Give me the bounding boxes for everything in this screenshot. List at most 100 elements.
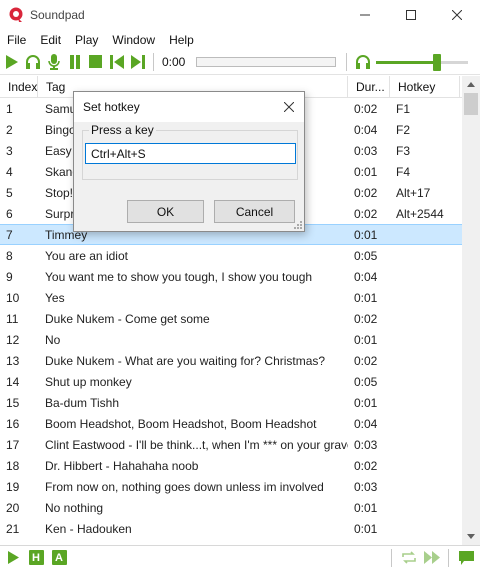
row-duration: 0:01 <box>354 332 378 347</box>
row-duration: 0:03 <box>354 479 378 494</box>
row-hotkey: F3 <box>396 143 411 158</box>
row-tag: Duke Nukem - Come get some <box>45 311 210 326</box>
table-row[interactable]: 20 No nothing 0:01 <box>0 497 480 518</box>
row-tag: Dr. Hibbert - Hahahaha noob <box>45 458 199 473</box>
table-row[interactable]: 11 Duke Nukem - Come get some 0:02 <box>0 308 480 329</box>
table-row[interactable]: 9 You want me to show you tough, I show y… <box>0 266 480 287</box>
headphones-button[interactable] <box>23 52 42 72</box>
dialog-title-bar: Set hotkey <box>74 92 304 122</box>
row-tag: Duke Nukem - What are you waiting for? C… <box>45 353 326 368</box>
row-duration: 0:01 <box>354 164 378 179</box>
pause-button[interactable] <box>65 52 84 72</box>
headphones-volume-icon-button[interactable] <box>353 52 372 72</box>
fast-forward-icon <box>424 551 440 564</box>
row-duration: 0:05 <box>354 374 378 389</box>
row-tag: Ba-dum Tishh <box>45 395 120 410</box>
dialog-title: Set hotkey <box>83 100 140 114</box>
chat-button[interactable] <box>456 548 476 568</box>
row-hotkey: F4 <box>396 164 411 179</box>
previous-button[interactable] <box>107 52 126 72</box>
menu-help[interactable]: Help <box>162 33 201 47</box>
playback-progress-bar[interactable] <box>196 56 336 67</box>
volume-slider[interactable] <box>376 52 468 72</box>
a-letter-icon: A <box>51 550 67 565</box>
menu-window[interactable]: Window <box>105 33 162 47</box>
row-tag: Shut up monkey <box>45 374 132 389</box>
menu-file[interactable]: File <box>0 33 33 47</box>
menu-edit[interactable]: Edit <box>33 33 68 47</box>
bottom-play-button[interactable] <box>3 548 23 568</box>
row-duration: 0:05 <box>354 248 378 263</box>
dialog-close-button[interactable] <box>274 92 304 122</box>
bottom-separator <box>448 548 449 567</box>
scroll-down-button[interactable] <box>462 528 480 545</box>
column-header-hotkey[interactable]: Hotkey <box>390 76 460 98</box>
table-row[interactable]: 10 Yes 0:01 <box>0 287 480 308</box>
row-duration: 0:02 <box>354 185 378 200</box>
table-row[interactable]: 13 Duke Nukem - What are you waiting for?… <box>0 350 480 371</box>
next-button[interactable] <box>128 52 147 72</box>
chevron-up-icon <box>467 82 475 87</box>
title-bar: Soundpad <box>0 0 480 30</box>
table-row[interactable]: 15 Ba-dum Tishh 0:01 <box>0 392 480 413</box>
next-icon <box>130 54 145 69</box>
row-tag: Ken - Hadouken <box>45 521 132 536</box>
row-duration: 0:02 <box>354 458 378 473</box>
toolbar-separator <box>346 52 347 71</box>
scroll-thumb[interactable] <box>464 93 478 115</box>
row-duration: 0:01 <box>354 521 378 536</box>
window-title: Soundpad <box>30 8 85 22</box>
playback-time: 0:00 <box>162 54 186 69</box>
stop-icon <box>89 55 102 68</box>
repeat-button[interactable] <box>399 548 419 568</box>
auto-toggle-button[interactable]: A <box>49 548 69 568</box>
close-icon <box>284 102 294 112</box>
minimize-icon <box>360 14 370 16</box>
row-tag: No <box>45 332 61 347</box>
maximize-button[interactable] <box>388 0 434 30</box>
stop-button[interactable] <box>86 52 105 72</box>
column-header-index[interactable]: Index <box>0 76 38 98</box>
scroll-up-button[interactable] <box>462 76 480 93</box>
set-hotkey-dialog: Set hotkey Press a key OK Cancel <box>73 91 305 232</box>
forward-button[interactable] <box>422 548 442 568</box>
row-duration: 0:04 <box>354 269 378 284</box>
play-button[interactable] <box>2 52 21 72</box>
table-row[interactable]: 21 Ken - Hadouken 0:01 <box>0 518 480 539</box>
table-row[interactable]: 8 You are an idiot 0:05 <box>0 245 480 266</box>
row-duration: 0:02 <box>354 206 378 221</box>
ok-button[interactable]: OK <box>127 200 204 223</box>
cancel-button[interactable]: Cancel <box>214 200 295 223</box>
table-row[interactable]: 16 Boom Headshot, Boom Headshot, Boom Hea… <box>0 413 480 434</box>
hotkey-input[interactable] <box>85 143 296 164</box>
table-row[interactable]: 19 From now on, nothing goes down unless … <box>0 476 480 497</box>
column-header-duration[interactable]: Dur... <box>348 76 390 98</box>
row-hotkey: F1 <box>396 101 411 116</box>
row-tag: Clint Eastwood - I'll be think...t, when… <box>45 437 348 452</box>
microphone-icon <box>47 53 60 70</box>
table-row[interactable]: 14 Shut up monkey 0:05 <box>0 371 480 392</box>
play-icon <box>5 54 18 69</box>
table-row[interactable]: 18 Dr. Hibbert - Hahahaha noob 0:02 <box>0 455 480 476</box>
group-label: Press a key <box>89 123 156 137</box>
repeat-icon <box>402 551 416 564</box>
row-duration: 0:03 <box>354 143 378 158</box>
row-duration: 0:02 <box>354 311 378 326</box>
table-row[interactable]: 17 Clint Eastwood - I'll be think...t, wh… <box>0 434 480 455</box>
press-key-group: Press a key <box>82 123 298 180</box>
vertical-scrollbar[interactable] <box>462 76 480 545</box>
volume-thumb[interactable] <box>433 53 441 71</box>
menu-play[interactable]: Play <box>68 33 105 47</box>
table-row[interactable]: 12 No 0:01 <box>0 329 480 350</box>
hotkeys-toggle-button[interactable]: H <box>26 548 46 568</box>
minimize-button[interactable] <box>342 0 388 30</box>
microphone-button[interactable] <box>44 52 63 72</box>
volume-fill <box>376 60 437 64</box>
row-tag: From now on, nothing goes down unless im… <box>45 479 324 494</box>
row-tag: Boom Headshot, Boom Headshot, Boom Heads… <box>45 416 317 431</box>
row-hotkey: Alt+2544 <box>396 206 444 221</box>
close-icon <box>452 10 462 20</box>
pause-icon <box>69 54 80 69</box>
close-window-button[interactable] <box>434 0 480 30</box>
resize-grip-icon[interactable] <box>292 219 302 229</box>
